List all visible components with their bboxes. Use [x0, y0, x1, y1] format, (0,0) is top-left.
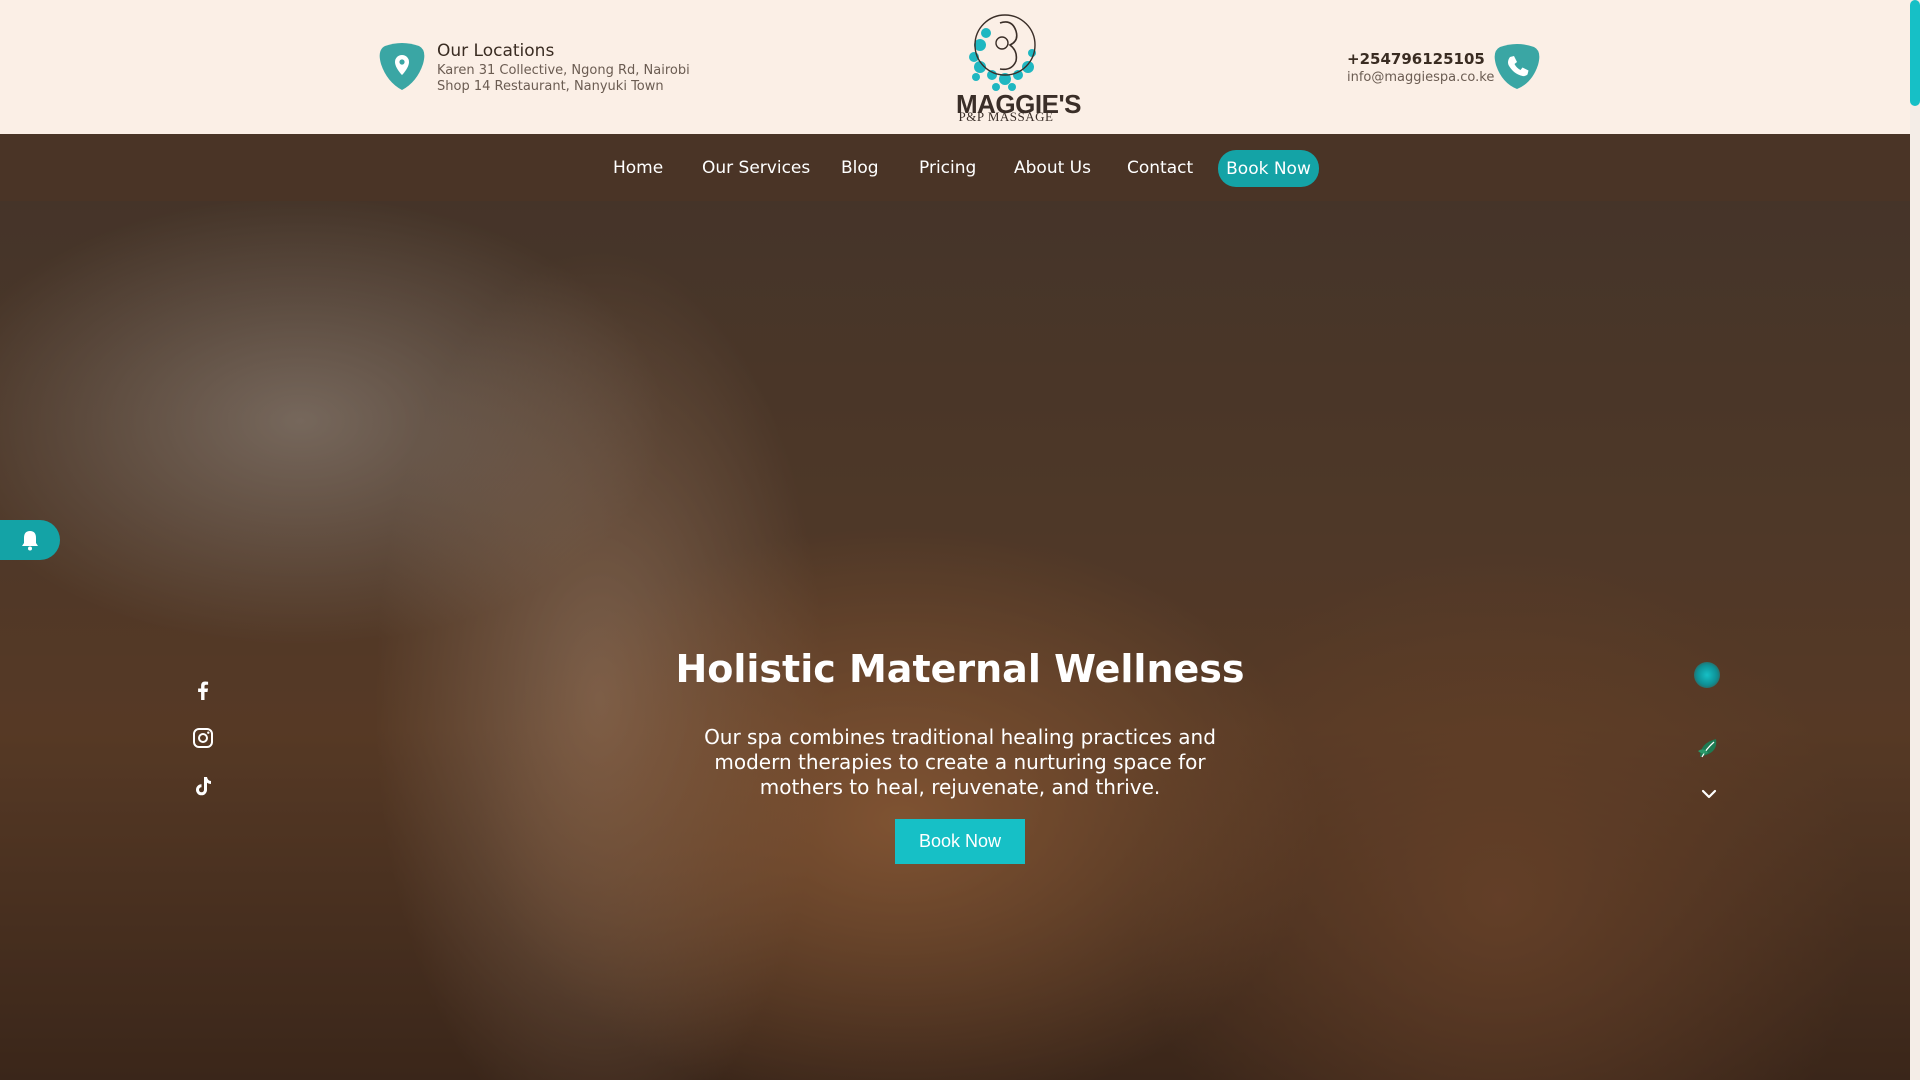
leaf-icon[interactable]: [1696, 735, 1722, 761]
bell-icon: [22, 531, 38, 551]
logo-subtitle: P&P MASSAGE: [958, 109, 1054, 124]
location-nanyuki: Shop 14 Restaurant, Nanyuki Town: [437, 79, 664, 94]
nav-contact[interactable]: Contact: [1127, 158, 1193, 178]
nav-home[interactable]: Home: [613, 158, 663, 178]
tiktok-icon[interactable]: [191, 774, 215, 798]
location-karen: Karen 31 Collective, Ngong Rd, Nairobi: [437, 63, 690, 78]
instagram-icon[interactable]: [191, 726, 215, 750]
nav-blog[interactable]: Blog: [841, 158, 879, 178]
locations-title: Our Locations: [437, 41, 555, 61]
slider-dot-indicator[interactable]: [1694, 662, 1720, 688]
scrollbar-thumb[interactable]: [1910, 0, 1920, 106]
nav-our-services[interactable]: Our Services: [702, 158, 810, 178]
nav-book-now-button[interactable]: Book Now: [1218, 150, 1319, 187]
contact-phone[interactable]: +254796125105: [1347, 50, 1485, 68]
hero-book-now-button[interactable]: Book Now: [895, 819, 1025, 864]
hero-title: Holistic Maternal Wellness: [675, 647, 1245, 691]
phone-icon[interactable]: [1494, 43, 1540, 91]
chevron-down-icon[interactable]: [1699, 786, 1719, 802]
hero-image: [0, 201, 1910, 1080]
nav-pricing[interactable]: Pricing: [919, 158, 976, 178]
contact-email[interactable]: info@maggiespa.co.ke: [1347, 70, 1494, 85]
hero-description: Our spa combines traditional healing pra…: [704, 725, 1216, 799]
scrollbar-track[interactable]: [1910, 0, 1920, 1080]
notification-bell-button[interactable]: [0, 520, 60, 560]
hero-overlay: [0, 201, 1910, 1080]
nav-about-us[interactable]: About Us: [1014, 158, 1091, 178]
location-pin-icon: [379, 43, 425, 90]
